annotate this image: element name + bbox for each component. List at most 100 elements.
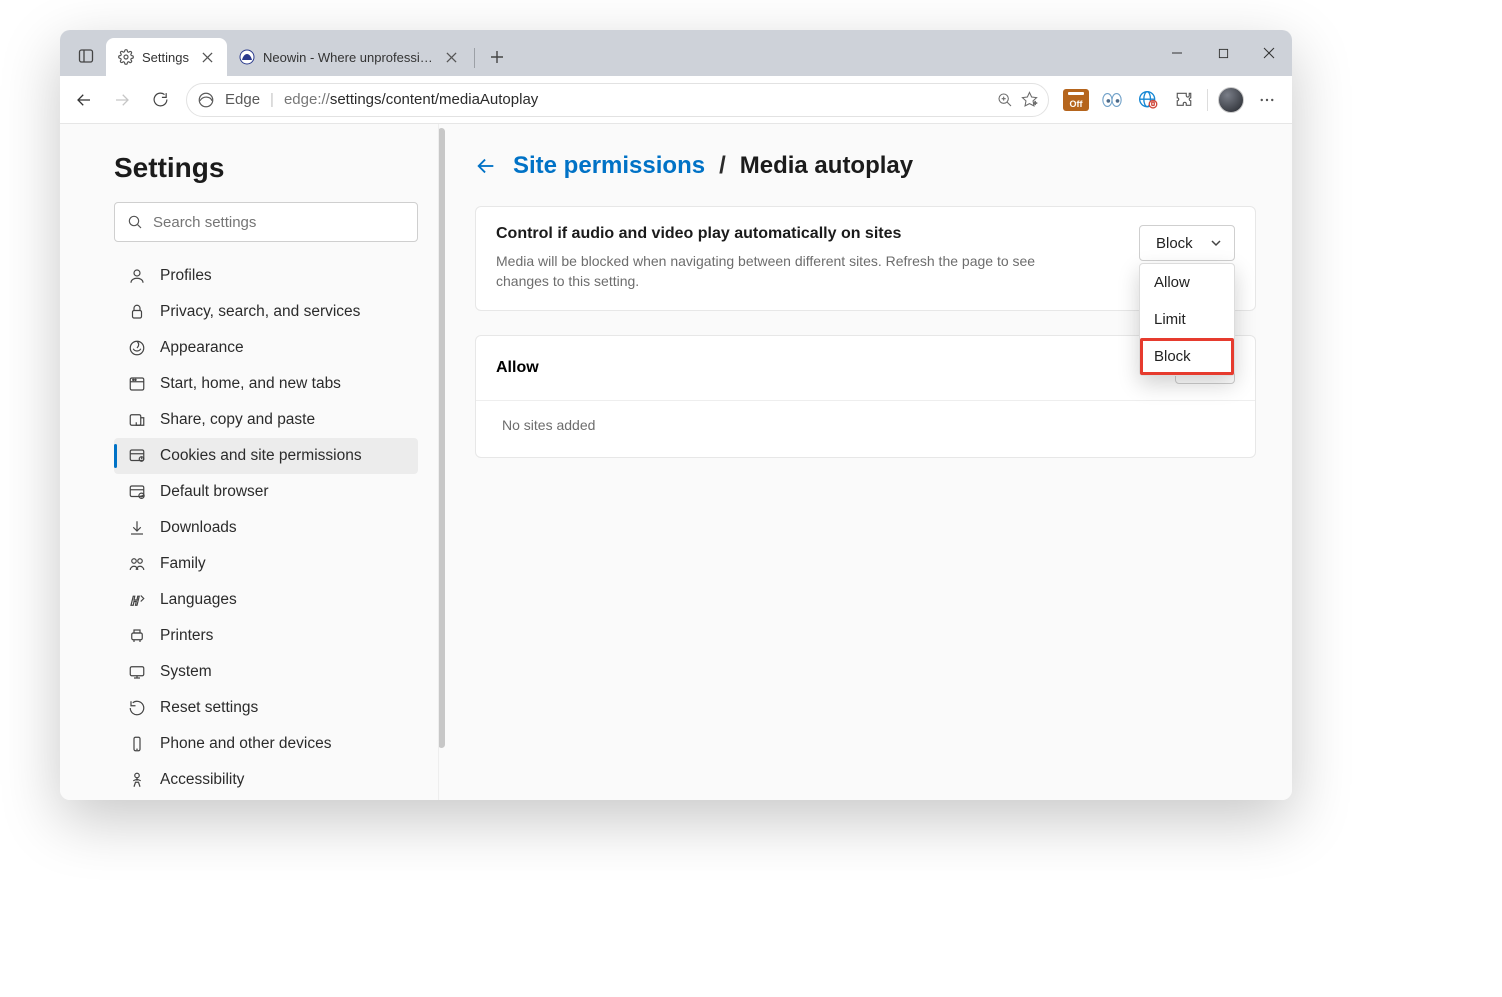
- window-controls: [1154, 30, 1292, 76]
- sidebar-item-accessibility[interactable]: Accessibility: [114, 762, 418, 798]
- minimize-button[interactable]: [1154, 30, 1200, 76]
- sidebar-item-label: Cookies and site permissions: [160, 447, 362, 465]
- sidebar-item-default-browser[interactable]: Default browser: [114, 474, 418, 510]
- edge-logo-icon: [197, 91, 215, 109]
- nav-icon: [128, 483, 146, 501]
- control-title: Control if audio and video play automati…: [496, 225, 1119, 243]
- forward-button[interactable]: [104, 82, 140, 118]
- allow-title: Allow: [496, 359, 539, 377]
- sidebar-item-start-home-and-new-tabs[interactable]: Start, home, and new tabs: [114, 366, 418, 402]
- search-input[interactable]: [153, 214, 405, 231]
- sidebar-item-label: Profiles: [160, 267, 212, 285]
- favorite-icon[interactable]: [1021, 91, 1038, 108]
- dropdown-value: Block: [1156, 235, 1193, 252]
- close-icon[interactable]: [441, 46, 463, 68]
- sidebar-item-label: Privacy, search, and services: [160, 303, 360, 321]
- neowin-icon: [239, 49, 255, 65]
- sidebar-item-label: Reset settings: [160, 699, 258, 717]
- sidebar-item-languages[interactable]: Languages: [114, 582, 418, 618]
- sidebar-item-label: Languages: [160, 591, 237, 609]
- more-button[interactable]: [1254, 87, 1280, 113]
- zoom-icon[interactable]: [997, 92, 1013, 108]
- sidebar-item-label: Appearance: [160, 339, 244, 357]
- settings-nav: Profiles Privacy, search, and services App…: [114, 258, 418, 798]
- address-bar[interactable]: Edge | edge://settings/content/mediaAuto…: [186, 83, 1049, 117]
- sidebar-item-printers[interactable]: Printers: [114, 618, 418, 654]
- autoplay-dropdown[interactable]: Block: [1139, 225, 1235, 261]
- nav-icon: [128, 555, 146, 573]
- sidebar-item-system[interactable]: System: [114, 654, 418, 690]
- allow-empty-text: No sites added: [476, 401, 1255, 457]
- refresh-button[interactable]: [142, 82, 178, 118]
- breadcrumb: Site permissions / Media autoplay: [475, 152, 1256, 180]
- dropdown-option-allow[interactable]: Allow: [1140, 264, 1234, 301]
- settings-heading: Settings: [114, 152, 418, 184]
- sidebar-item-label: Family: [160, 555, 206, 573]
- breadcrumb-back-icon[interactable]: [475, 155, 499, 177]
- extensions-button[interactable]: [1171, 87, 1197, 113]
- sidebar-item-share-copy-and-paste[interactable]: Share, copy and paste: [114, 402, 418, 438]
- sidebar-item-label: System: [160, 663, 212, 681]
- tab-title: Settings: [142, 50, 189, 65]
- sidebar-item-family[interactable]: Family: [114, 546, 418, 582]
- search-icon: [127, 214, 143, 230]
- new-tab-button[interactable]: [482, 42, 512, 72]
- toolbar: Edge | edge://settings/content/mediaAuto…: [60, 76, 1292, 124]
- autoplay-dropdown-menu: AllowLimitBlock: [1139, 263, 1235, 376]
- back-button[interactable]: [66, 82, 102, 118]
- nav-icon: [128, 267, 146, 285]
- sidebar-item-label: Default browser: [160, 483, 269, 501]
- profile-avatar[interactable]: [1218, 87, 1244, 113]
- sidebar-item-label: Downloads: [160, 519, 237, 537]
- close-icon[interactable]: [197, 46, 219, 68]
- nav-icon: [128, 411, 146, 429]
- sidebar-item-profiles[interactable]: Profiles: [114, 258, 418, 294]
- sidebar-item-cookies-and-site-permissions[interactable]: Cookies and site permissions: [114, 438, 418, 474]
- extension-eyes-icon[interactable]: [1099, 87, 1125, 113]
- nav-icon: [128, 663, 146, 681]
- sidebar-item-label: Printers: [160, 627, 213, 645]
- tab-divider: [474, 48, 475, 68]
- settings-search[interactable]: [114, 202, 418, 242]
- settings-main: Site permissions / Media autoplay Contro…: [438, 124, 1292, 800]
- gear-icon: [118, 49, 134, 65]
- nav-icon: [128, 591, 146, 609]
- sidebar-item-label: Accessibility: [160, 771, 244, 789]
- sidebar-item-phone-and-other-devices[interactable]: Phone and other devices: [114, 726, 418, 762]
- tab-strip: Settings Neowin - Where unprofessional: [60, 30, 1292, 76]
- dropdown-option-limit[interactable]: Limit: [1140, 301, 1234, 338]
- nav-icon: [128, 303, 146, 321]
- control-description: Media will be blocked when navigating be…: [496, 251, 1076, 292]
- toolbar-right: Off: [1057, 87, 1286, 113]
- nav-icon: [128, 627, 146, 645]
- nav-icon: [128, 519, 146, 537]
- tab-title: Neowin - Where unprofessional: [263, 50, 433, 65]
- nav-icon: [128, 339, 146, 357]
- nav-icon: [128, 375, 146, 393]
- breadcrumb-parent-link[interactable]: Site permissions: [513, 152, 705, 180]
- close-window-button[interactable]: [1246, 30, 1292, 76]
- extension-globe-icon[interactable]: [1135, 87, 1161, 113]
- sidebar-item-label: Share, copy and paste: [160, 411, 315, 429]
- sidebar-item-label: Start, home, and new tabs: [160, 375, 341, 393]
- sidebar-item-appearance[interactable]: Appearance: [114, 330, 418, 366]
- sidebar-item-reset-settings[interactable]: Reset settings: [114, 690, 418, 726]
- content-area: Settings Profiles Privacy, search, and se…: [60, 124, 1292, 800]
- nav-icon: [128, 699, 146, 717]
- dropdown-option-block[interactable]: Block: [1140, 338, 1234, 375]
- autoplay-control-card: Control if audio and video play automati…: [475, 206, 1256, 311]
- address-label: Edge: [225, 91, 260, 108]
- tab-settings[interactable]: Settings: [106, 38, 227, 76]
- chevron-down-icon: [1210, 237, 1222, 249]
- maximize-button[interactable]: [1200, 30, 1246, 76]
- nav-icon: [128, 771, 146, 789]
- settings-sidebar: Settings Profiles Privacy, search, and se…: [60, 124, 438, 800]
- browser-window: Settings Neowin - Where unprofessional: [60, 30, 1292, 800]
- sidebar-item-downloads[interactable]: Downloads: [114, 510, 418, 546]
- sidebar-item-privacy-search-and-services[interactable]: Privacy, search, and services: [114, 294, 418, 330]
- sidebar-item-label: Phone and other devices: [160, 735, 331, 753]
- tab-actions-icon[interactable]: [66, 36, 106, 76]
- tab-neowin[interactable]: Neowin - Where unprofessional: [227, 38, 471, 76]
- extension-off-icon[interactable]: Off: [1063, 87, 1089, 113]
- address-url: edge://settings/content/mediaAutoplay: [284, 91, 987, 108]
